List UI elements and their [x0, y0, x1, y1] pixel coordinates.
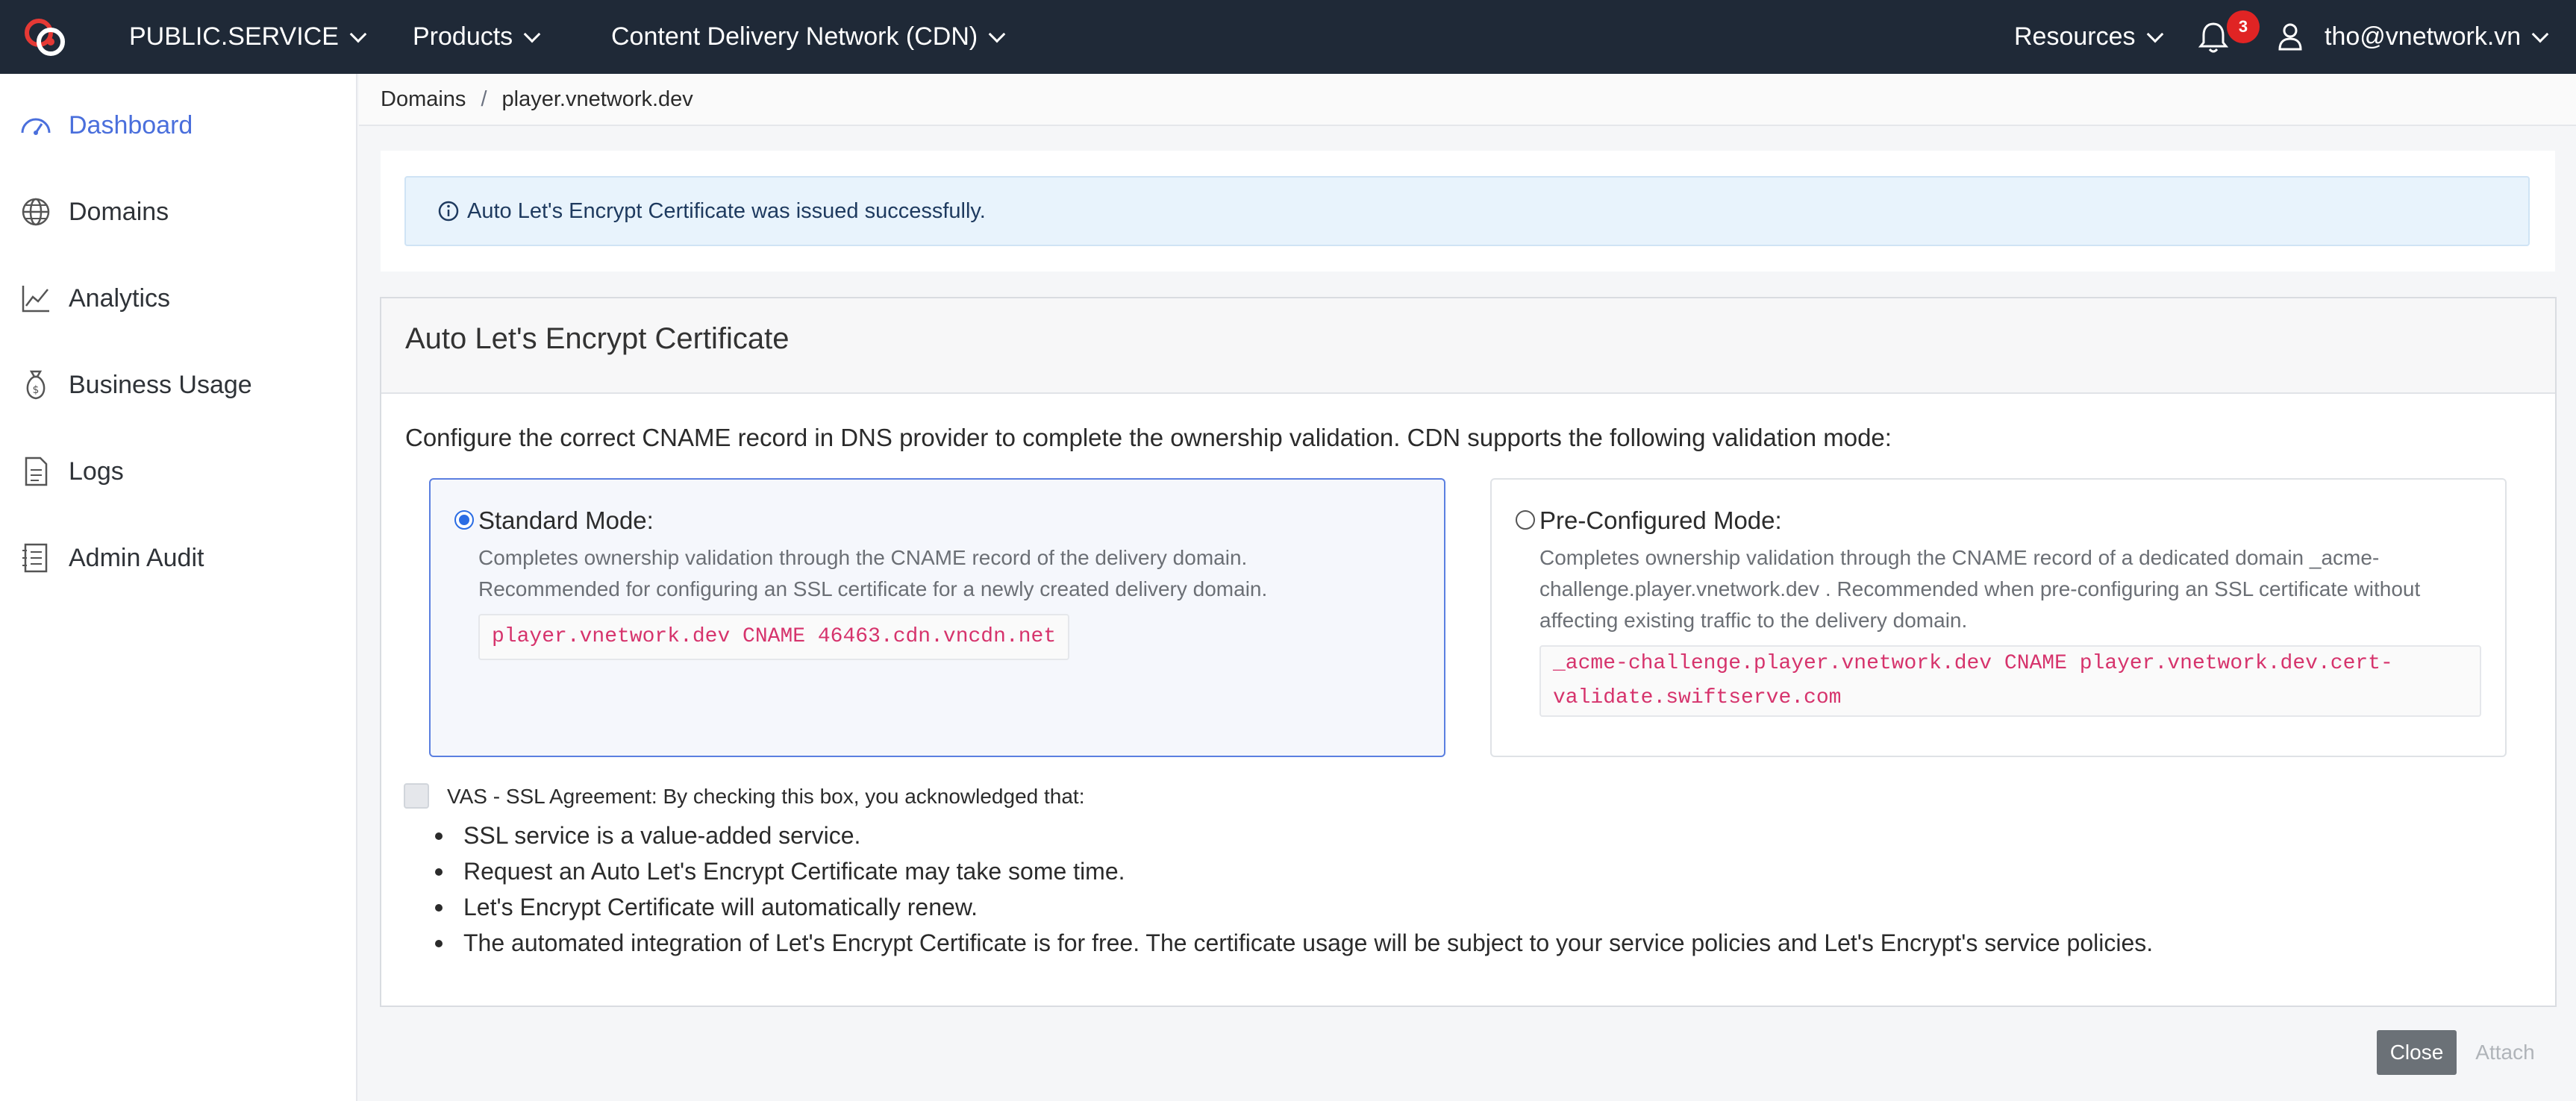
chevron-down-icon	[2146, 25, 2163, 43]
sidebar-item-label: Admin Audit	[69, 543, 204, 572]
chart-line-icon	[22, 286, 49, 313]
audit-list-icon	[22, 543, 48, 573]
cdn-dropdown[interactable]: Content Delivery Network (CDN)	[611, 0, 1006, 74]
list-item: Request an Auto Let's Encrypt Certificat…	[431, 853, 2153, 889]
panel-header: Auto Let's Encrypt Certificate	[381, 298, 2555, 394]
file-icon	[25, 457, 48, 486]
alert-card: Auto Let's Encrypt Certificate was issue…	[381, 151, 2555, 272]
standard-mode-title: Standard Mode:	[478, 506, 654, 534]
success-alert: Auto Let's Encrypt Certificate was issue…	[404, 176, 2530, 246]
account-dropdown[interactable]: PUBLIC.SERVICE	[129, 0, 367, 74]
chevron-down-icon	[523, 25, 541, 43]
sidebar-item-analytics[interactable]: Analytics	[0, 261, 357, 336]
resources-label: Resources	[2014, 22, 2136, 51]
chevron-down-icon	[349, 25, 367, 43]
cdn-label: Content Delivery Network (CDN)	[611, 22, 978, 51]
standard-mode-radio[interactable]	[454, 510, 474, 530]
sidebar-item-label: Business Usage	[69, 370, 252, 399]
standard-cname-record: player.vnetwork.dev CNAME 46463.cdn.vncd…	[478, 614, 1070, 660]
money-bag-icon: $	[26, 370, 46, 400]
panel-title: Auto Let's Encrypt Certificate	[405, 322, 790, 355]
chevron-down-icon	[988, 25, 1006, 43]
agreement-bullets: SSL service is a value-added service. Re…	[431, 818, 2153, 961]
info-icon	[438, 201, 459, 222]
products-label: Products	[413, 22, 513, 51]
standard-mode-line: Recommended for configuring an SSL certi…	[478, 577, 1268, 600]
preconfigured-mode-option[interactable]: Pre-Configured Mode: Completes ownership…	[1490, 478, 2507, 757]
resources-dropdown[interactable]: Resources	[2014, 0, 2163, 74]
preconfigured-mode-text: Completes ownership validation through t…	[1539, 542, 2420, 636]
standard-mode-option[interactable]: Standard Mode: Completes ownership valid…	[429, 478, 1445, 757]
breadcrumb-domains-link[interactable]: Domains	[381, 87, 466, 112]
preconfigured-mode-line: challenge.player.vnetwork.dev . Recommen…	[1539, 577, 2421, 600]
alert-message: Auto Let's Encrypt Certificate was issue…	[467, 198, 986, 223]
record-line: _acme-challenge.player.vnetwork.dev CNAM…	[1553, 652, 2393, 675]
agreement-checkbox[interactable]	[404, 783, 429, 809]
user-icon[interactable]	[2278, 22, 2303, 51]
preconfigured-mode-title: Pre-Configured Mode:	[1539, 506, 1782, 534]
top-navbar: PUBLIC.SERVICE Products Content Delivery…	[0, 0, 2576, 74]
agreement-title: VAS - SSL Agreement: By checking this bo…	[447, 785, 1085, 808]
sidebar-item-dashboard[interactable]: Dashboard	[0, 88, 357, 163]
products-dropdown[interactable]: Products	[413, 0, 541, 74]
user-email: tho@vnetwork.vn	[2325, 22, 2522, 51]
attach-button[interactable]: Attach	[2466, 1030, 2544, 1075]
breadcrumb-current: player.vnetwork.dev	[501, 87, 693, 111]
preconfigured-mode-line: Completes ownership validation through t…	[1539, 546, 2380, 569]
notification-badge: 3	[2227, 10, 2260, 43]
globe-icon	[22, 198, 50, 226]
preconfigured-mode-line: affecting existing traffic to the delive…	[1539, 609, 1968, 632]
preconfigured-cname-record: _acme-challenge.player.vnetwork.dev CNAM…	[1539, 645, 2481, 717]
logo-icon[interactable]	[22, 16, 69, 58]
validation-description: Configure the correct CNAME record in DN…	[405, 424, 1892, 451]
breadcrumb-separator: /	[481, 87, 487, 111]
sidebar-item-logs[interactable]: Logs	[0, 434, 357, 509]
close-button[interactable]: Close	[2377, 1030, 2457, 1075]
sidebar-item-domains[interactable]: Domains	[0, 175, 357, 249]
record-line: validate.swiftserve.com	[1553, 686, 1842, 709]
account-label: PUBLIC.SERVICE	[129, 22, 339, 51]
user-menu[interactable]: tho@vnetwork.vn	[2325, 0, 2549, 74]
breadcrumb: Domains / player.vnetwork.dev	[359, 74, 2576, 126]
sidebar-item-admin-audit[interactable]: Admin Audit	[0, 521, 357, 595]
list-item: The automated integration of Let's Encry…	[431, 925, 2153, 961]
dashboard-icon	[21, 118, 51, 135]
svg-text:$: $	[33, 384, 40, 396]
chevron-down-icon	[2531, 25, 2549, 43]
sidebar-item-label: Analytics	[69, 283, 171, 313]
preconfigured-mode-radio[interactable]	[1516, 510, 1535, 530]
sidebar-item-label: Logs	[69, 457, 124, 486]
sidebar-item-label: Domains	[69, 197, 169, 226]
standard-mode-line: Completes ownership validation through t…	[478, 546, 1248, 569]
certificate-panel: Auto Let's Encrypt Certificate Configure…	[380, 297, 2557, 1007]
list-item: Let's Encrypt Certificate will automatic…	[431, 889, 2153, 925]
standard-mode-text: Completes ownership validation through t…	[478, 542, 1267, 605]
sidebar-item-label: Dashboard	[69, 110, 193, 139]
list-item: SSL service is a value-added service.	[431, 818, 2153, 853]
sidebar: Dashboard Domains Analytics $ Business U…	[0, 74, 357, 1101]
sidebar-item-business-usage[interactable]: $ Business Usage	[0, 348, 357, 422]
